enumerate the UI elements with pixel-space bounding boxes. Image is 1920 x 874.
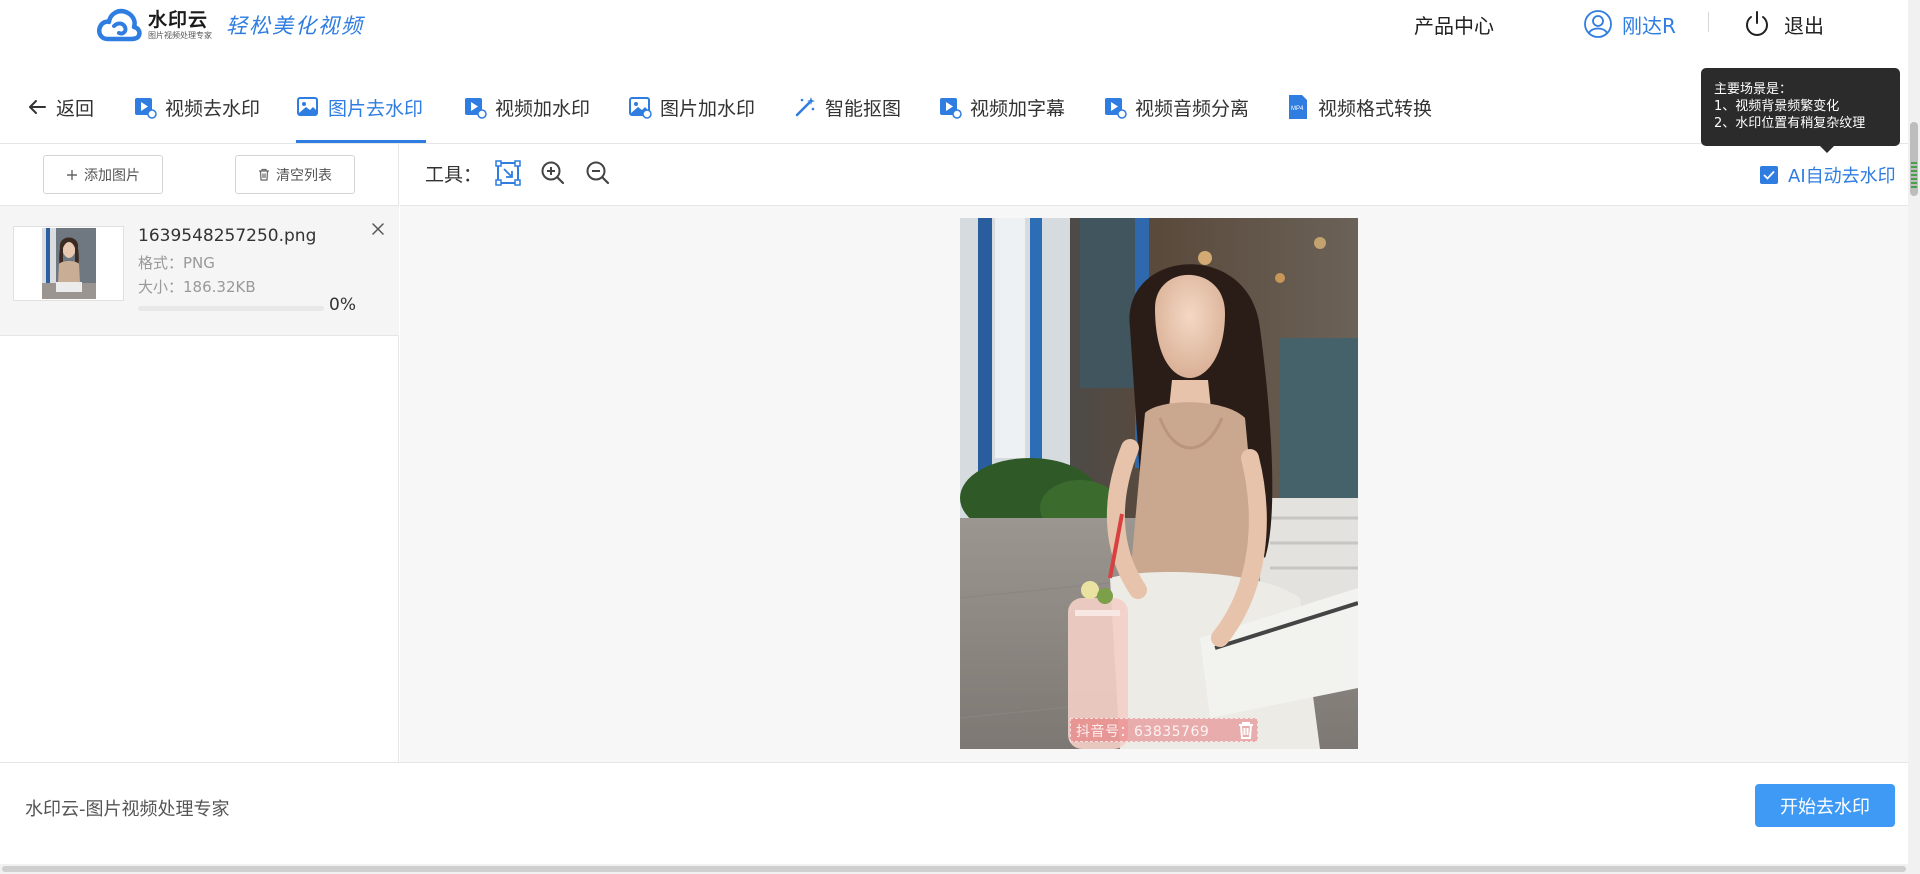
image-add-icon — [629, 97, 652, 119]
add-image-label: 添加图片 — [84, 167, 140, 184]
arrow-left-icon — [29, 100, 46, 114]
app-window: 水印云 图片视频处理专家 轻松美化视频 产品中心 刚达R 退出 返回 视频去水印… — [0, 0, 1920, 874]
trash-icon — [259, 168, 269, 181]
image-icon — [297, 97, 318, 116]
preview-image — [960, 218, 1358, 749]
logout-label: 退出 — [1784, 13, 1824, 38]
editor-toolbar: 工具： AI自动去水印 — [400, 144, 1908, 206]
image-canvas[interactable]: 抖音号：63835769 — [960, 218, 1358, 749]
zoom-in-tool[interactable] — [538, 158, 568, 188]
power-icon — [1746, 11, 1768, 36]
check-icon — [1763, 170, 1775, 180]
product-center-link[interactable]: 产品中心 — [1414, 6, 1494, 42]
select-region-icon — [495, 160, 521, 186]
zoom-in-icon — [541, 161, 565, 185]
tab-label: 视频加水印 — [495, 97, 591, 120]
horizontal-scrollbar-thumb[interactable] — [2, 866, 1906, 872]
active-tab-indicator — [296, 140, 426, 143]
remove-file-button[interactable] — [370, 221, 386, 237]
tool-tabs-nav: 返回 视频去水印 图片去水印 视频加水印 图片加水印 智能抠图 视频加字幕 视频… — [0, 72, 1908, 144]
select-region-tool[interactable] — [493, 158, 523, 188]
header-divider — [1708, 12, 1709, 32]
tab-video-remove-watermark[interactable]: 视频去水印 — [133, 72, 260, 142]
tooltip-line: 主要场景是： — [1714, 82, 1793, 97]
logout-button[interactable]: 退出 — [1743, 6, 1824, 42]
thumbnail-image — [42, 228, 96, 299]
start-remove-watermark-button[interactable]: 开始去水印 — [1755, 784, 1895, 827]
user-menu[interactable]: 刚达R — [1583, 6, 1676, 42]
clear-list-button[interactable]: 清空列表 — [235, 155, 355, 194]
tab-label: 视频音频分离 — [1135, 97, 1250, 120]
trash-icon — [1239, 722, 1253, 739]
svg-text:MP4: MP4 — [1291, 106, 1304, 112]
logo-title: 水印云 — [148, 9, 209, 31]
file-list-item[interactable]: 1639548257250.png 格式：PNG 大小：186.32KB 0% — [0, 206, 399, 336]
video-icon — [940, 98, 962, 119]
magic-wand-icon — [795, 97, 815, 117]
file-progress-bar — [138, 306, 324, 311]
logo-subtitle: 图片视频处理专家 — [148, 31, 212, 40]
logo[interactable]: 水印云 图片视频处理专家 轻松美化视频 — [96, 2, 364, 48]
video-icon — [135, 98, 157, 119]
mp4-file-icon: MP4 — [1289, 95, 1307, 119]
horizontal-scrollbar[interactable] — [0, 864, 1908, 874]
ai-auto-remove-toggle[interactable]: AI自动去水印 — [1760, 162, 1896, 188]
tab-video-add-watermark[interactable]: 视频加水印 — [463, 72, 590, 142]
tab-smart-cutout[interactable]: 智能抠图 — [793, 72, 901, 142]
username-label: 刚达R — [1622, 13, 1676, 38]
tooltip-arrow — [1820, 146, 1834, 153]
file-list-panel: 添加图片 清空列表 1639548257250.png 格式：PNG 大小：18… — [0, 144, 399, 762]
video-icon — [1105, 98, 1127, 119]
tab-image-add-watermark[interactable]: 图片加水印 — [628, 72, 755, 142]
tooltip-line: 2、水印位置有稍复杂纹理 — [1714, 116, 1866, 131]
ai-auto-checkbox[interactable] — [1760, 166, 1778, 184]
footer-brand-text: 水印云-图片视频处理专家 — [25, 799, 230, 820]
vertical-scrollbar-thumb[interactable] — [1910, 122, 1918, 196]
delete-selection-button[interactable] — [1236, 720, 1256, 740]
file-name: 1639548257250.png — [138, 226, 317, 246]
plus-icon — [67, 169, 77, 180]
file-format: 格式：PNG — [138, 254, 215, 272]
zoom-out-icon — [586, 161, 610, 185]
logo-text: 水印云 图片视频处理专家 — [148, 9, 212, 41]
file-thumbnail — [13, 226, 124, 301]
cloud-logo-icon — [97, 8, 142, 42]
zoom-out-tool[interactable] — [583, 158, 613, 188]
ai-mode-tooltip: 主要场景是： 1、视频背景频繁变化 2、水印位置有稍复杂纹理 — [1701, 68, 1900, 146]
top-header: 水印云 图片视频处理专家 轻松美化视频 产品中心 刚达R 退出 — [0, 0, 1908, 72]
tab-label: 图片加水印 — [660, 97, 756, 120]
file-list-toolbar: 添加图片 清空列表 — [0, 144, 399, 206]
footer-bar: 水印云-图片视频处理专家 开始去水印 — [0, 762, 1908, 864]
vertical-scrollbar[interactable] — [1908, 0, 1920, 874]
tooltip-line: 1、视频背景频繁变化 — [1714, 99, 1840, 114]
file-progress-text: 0% — [329, 295, 356, 315]
tab-video-subtitles[interactable]: 视频加字幕 — [938, 72, 1065, 142]
tab-label: 智能抠图 — [825, 97, 902, 120]
user-avatar-icon — [1584, 10, 1612, 38]
back-button[interactable]: 返回 — [26, 72, 94, 142]
add-image-button[interactable]: 添加图片 — [43, 155, 163, 194]
back-label: 返回 — [56, 97, 95, 120]
tab-label: 视频去水印 — [165, 97, 261, 120]
tab-label: 视频格式转换 — [1318, 97, 1433, 120]
ai-auto-label: AI自动去水印 — [1788, 166, 1896, 187]
tab-label: 图片去水印 — [328, 97, 424, 120]
tools-label: 工具： — [425, 164, 483, 186]
file-size: 大小：186.32KB — [138, 278, 256, 296]
tab-label: 视频加字幕 — [970, 97, 1066, 120]
logo-slogan: 轻松美化视频 — [226, 14, 364, 38]
tab-video-audio-separation[interactable]: 视频音频分离 — [1103, 72, 1249, 142]
watermark-text: 抖音号：63835769 — [1076, 724, 1210, 740]
tab-image-remove-watermark[interactable]: 图片去水印 — [296, 72, 423, 142]
close-icon — [372, 223, 384, 235]
editor-area: 工具： AI自动去水印 抖音号：63835769 — [400, 144, 1908, 762]
tab-video-format-convert[interactable]: MP4 视频格式转换 — [1286, 72, 1432, 142]
scrollbar-grip — [1911, 162, 1917, 190]
clear-list-label: 清空列表 — [276, 167, 332, 184]
video-icon — [465, 98, 487, 119]
